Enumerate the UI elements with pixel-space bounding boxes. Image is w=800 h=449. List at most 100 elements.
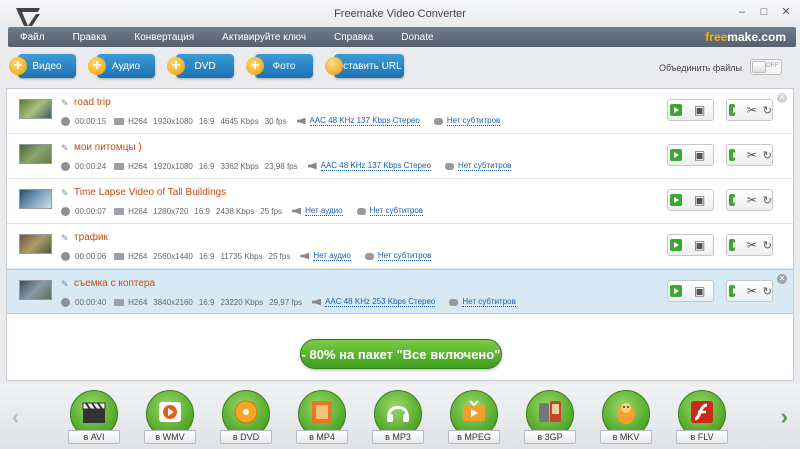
cut-button[interactable]: ✂ ↻	[726, 144, 773, 166]
file-title[interactable]: ✎ Time Lapse Video of Tall Buildings	[61, 187, 226, 198]
audio-track-link[interactable]: AAC 48 KHz 137 Kbps Стерео	[320, 161, 431, 171]
title-bar: Freemake Video Converter – □ ✕	[0, 0, 800, 27]
file-list: ✎ road trip 00:00:15 H264 1920x1080 16:9 …	[6, 88, 794, 381]
subtitles-icon	[433, 117, 443, 125]
scissors-icon: ✂	[746, 284, 757, 298]
join-files-toggle[interactable]: OFF	[750, 59, 782, 75]
plus-icon: +	[246, 57, 264, 75]
video-thumbnail	[19, 234, 52, 254]
file-row[interactable]: ✎ мои питомцы ) 00:00:24 H264 1920x1080 1…	[7, 134, 793, 179]
subtitles-link[interactable]: Нет субтитров	[377, 251, 432, 261]
fps: 25 fps	[260, 206, 283, 216]
film-icon	[312, 401, 332, 423]
bitrate: 4645 Kbps	[220, 116, 259, 126]
play-preview-button[interactable]: ▣	[667, 99, 714, 121]
codec: H264	[128, 251, 148, 261]
pencil-icon: ✎	[61, 97, 69, 108]
cut-button[interactable]: ✂ ↻	[726, 99, 773, 121]
menu-file[interactable]: Файл	[8, 32, 59, 43]
format-label: в MKV	[600, 430, 652, 444]
duration: 00:00:40	[75, 297, 107, 307]
file-row[interactable]: ✎ трафик 00:00:06 H264 2560x1440 16:9 117…	[7, 224, 793, 269]
cut-button[interactable]: ✂ ↻	[726, 234, 773, 256]
clock-icon	[61, 161, 70, 171]
cut-button[interactable]: ✂ ↻	[726, 280, 773, 302]
aspect-ratio: 16:9	[198, 251, 215, 261]
menu-help[interactable]: Справка	[320, 32, 387, 43]
file-title[interactable]: ✎ съемка с коптера	[61, 278, 155, 289]
fps: 23,98 fps	[264, 161, 298, 171]
format-mp3-button[interactable]: в MP3	[372, 390, 424, 444]
maximize-button[interactable]: □	[758, 6, 770, 18]
subtitles-link[interactable]: Нет субтитров	[446, 116, 501, 126]
menu-donate[interactable]: Donate	[387, 32, 447, 43]
format-label: в AVI	[68, 430, 120, 444]
screen-icon: ▣	[694, 193, 706, 207]
add-audio-label: Аудио	[111, 60, 141, 72]
file-title[interactable]: ✎ мои питомцы )	[61, 142, 142, 153]
add-photo-button[interactable]: + Фото	[246, 54, 313, 78]
play-preview-button[interactable]: ▣	[667, 234, 714, 256]
audio-track-link[interactable]: Нет аудио	[313, 251, 351, 261]
rotate-icon: ↻	[762, 194, 772, 207]
play-icon	[670, 104, 682, 116]
toolbar: + Видео + Аудио + DVD + Фото Вставить UR…	[0, 50, 800, 84]
format-dvd-button[interactable]: в DVD	[220, 390, 272, 444]
subtitles-link[interactable]: Нет субтитров	[457, 161, 512, 171]
remove-file-button[interactable]: ✕	[777, 93, 787, 103]
chevron-left-icon[interactable]: ‹	[12, 404, 19, 430]
video-icon	[114, 162, 125, 170]
promo-bundle-button[interactable]: - 80% на пакет "Все включено"	[300, 339, 502, 369]
play-icon	[729, 285, 738, 297]
paste-url-button[interactable]: Вставить URL	[325, 54, 404, 78]
aspect-ratio: 16:9	[198, 297, 215, 307]
audio-track-link[interactable]: AAC 48 KHz 253 Kbps Стерео	[325, 297, 436, 307]
bitrate: 11735 Kbps	[220, 251, 263, 261]
format-mpeg-button[interactable]: в MPEG	[448, 390, 500, 444]
add-audio-button[interactable]: + Аудио	[88, 54, 155, 78]
subtitles-link[interactable]: Нет субтитров	[462, 297, 516, 307]
cut-button[interactable]: ✂ ↻	[726, 189, 773, 211]
play-preview-button[interactable]: ▣	[667, 144, 714, 166]
add-photo-label: Фото	[272, 60, 296, 72]
play-preview-button[interactable]: ▣	[667, 189, 714, 211]
file-row[interactable]: ✎ road trip 00:00:15 H264 1920x1080 16:9 …	[7, 89, 793, 134]
close-button[interactable]: ✕	[780, 6, 792, 18]
format-3gp-button[interactable]: в 3GP	[524, 390, 576, 444]
pencil-icon: ✎	[61, 142, 69, 153]
file-row[interactable]: ✎ Time Lapse Video of Tall Buildings 00:0…	[7, 179, 793, 224]
audio-track-link[interactable]: AAC 48 KHz 137 Kbps Стерео	[309, 116, 420, 126]
menu-activate-key[interactable]: Активируйте ключ	[208, 32, 320, 43]
chevron-right-icon[interactable]: ›	[781, 404, 788, 430]
audio-track-link[interactable]: Нет аудио	[305, 206, 343, 216]
resolution: 1920x1080	[153, 161, 193, 171]
play-preview-button[interactable]: ▣	[667, 280, 714, 302]
format-label: в 3GP	[524, 430, 576, 444]
screen-icon: ▣	[694, 103, 706, 117]
codec: H264	[128, 116, 148, 126]
add-video-button[interactable]: + Видео	[9, 54, 76, 78]
format-wmv-button[interactable]: в WMV	[144, 390, 196, 444]
scissors-icon: ✂	[746, 238, 757, 252]
format-avi-button[interactable]: в AVI	[68, 390, 120, 444]
remove-file-button[interactable]: ✕	[777, 274, 787, 284]
format-mkv-button[interactable]: в MKV	[600, 390, 652, 444]
menu-convert[interactable]: Конвертация	[120, 32, 208, 43]
file-row-selected[interactable]: ✎ съемка с коптера 00:00:40 H264 3840x216…	[7, 269, 793, 314]
duration: 00:00:24	[75, 161, 107, 171]
globe-icon	[325, 57, 343, 75]
menu-edit[interactable]: Правка	[59, 32, 121, 43]
add-dvd-button[interactable]: + DVD	[167, 54, 234, 78]
file-title[interactable]: ✎ road trip	[61, 97, 111, 108]
format-label: в DVD	[220, 430, 272, 444]
format-mp4-button[interactable]: в MP4	[296, 390, 348, 444]
subtitles-link[interactable]: Нет субтитров	[369, 206, 424, 216]
brand-link[interactable]: freemake.com	[705, 30, 786, 44]
subtitles-icon	[356, 207, 366, 215]
minimize-button[interactable]: –	[736, 6, 748, 18]
rotate-icon: ↻	[762, 285, 772, 298]
bitrate: 3362 Kbps	[220, 161, 259, 171]
plus-icon: +	[88, 57, 106, 75]
file-title[interactable]: ✎ трафик	[61, 232, 108, 243]
format-flv-button[interactable]: в FLV	[676, 390, 728, 444]
